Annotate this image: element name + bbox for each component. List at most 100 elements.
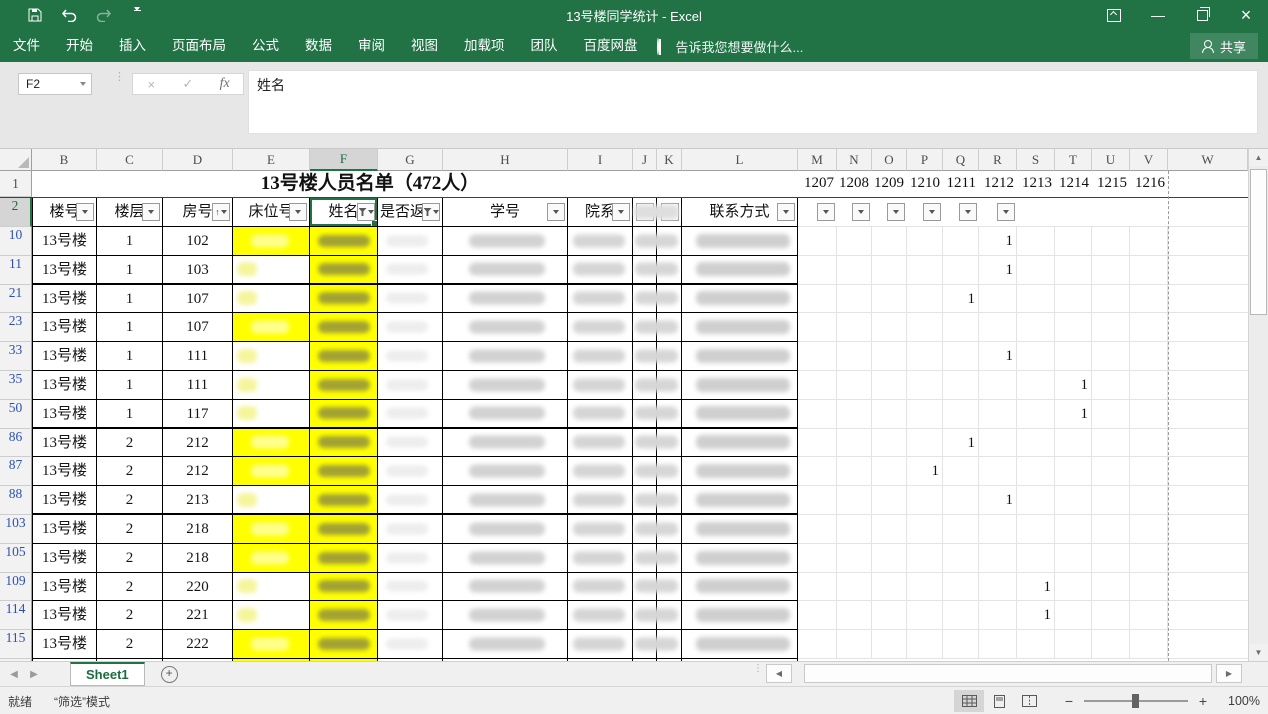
cell-G50[interactable]	[378, 400, 443, 429]
cell-F88[interactable]	[310, 486, 378, 515]
cell-V105[interactable]	[1130, 544, 1168, 573]
cell-Q50[interactable]	[943, 400, 979, 429]
cell-F87[interactable]	[310, 457, 378, 486]
cell-D21[interactable]: 107	[163, 285, 233, 314]
cell-P86[interactable]	[907, 429, 943, 458]
cell-D23[interactable]: 107	[163, 313, 233, 342]
cancel-icon[interactable]: ×	[133, 77, 170, 92]
filter-button-L[interactable]	[777, 203, 795, 221]
cell-N87[interactable]	[837, 457, 872, 486]
cell-S10[interactable]	[1017, 227, 1055, 256]
cell-M11[interactable]	[798, 256, 837, 285]
cell-L115[interactable]	[682, 630, 798, 659]
scroll-down-icon[interactable]: ▼	[1249, 644, 1268, 661]
cell-J109[interactable]	[633, 573, 657, 602]
cell-N1[interactable]: 1208	[837, 171, 872, 197]
column-header-J[interactable]: J	[633, 149, 657, 171]
row-header-105[interactable]: 105	[0, 544, 32, 573]
column-header-F[interactable]: F	[310, 149, 378, 171]
filter-button-H[interactable]	[547, 203, 565, 221]
row-header-2[interactable]: 2	[0, 198, 32, 227]
cell-C50[interactable]: 1	[97, 400, 163, 429]
row-header-103[interactable]: 103	[0, 515, 32, 544]
cell-G21[interactable]	[378, 285, 443, 314]
cell-T88[interactable]	[1055, 486, 1092, 515]
cell-G87[interactable]	[378, 457, 443, 486]
cell-D50[interactable]: 117	[163, 400, 233, 429]
cell-F33[interactable]	[310, 342, 378, 371]
cell-P50[interactable]	[907, 400, 943, 429]
cell-O103[interactable]	[872, 515, 907, 544]
header-cell-I[interactable]: 院系	[568, 198, 633, 227]
cell-D86[interactable]: 212	[163, 429, 233, 458]
zoom-level[interactable]: 100%	[1214, 694, 1260, 708]
row-header-23[interactable]: 23	[0, 313, 32, 342]
cell-S11[interactable]	[1017, 256, 1055, 285]
sheet-nav-right-icon[interactable]: ▶	[24, 669, 44, 680]
ribbon-tab-8[interactable]: 加载项	[451, 30, 518, 62]
save-icon[interactable]	[18, 0, 52, 30]
ribbon-tab-0[interactable]: 文件	[0, 30, 53, 62]
cell-S21[interactable]	[1017, 285, 1055, 314]
header-cell-C[interactable]: 楼层	[97, 198, 163, 227]
cell-R103[interactable]	[979, 515, 1017, 544]
cell-R1[interactable]: 1212	[979, 171, 1017, 197]
cell-V114[interactable]	[1130, 601, 1168, 630]
cell-W87[interactable]	[1168, 457, 1248, 486]
cell-S35[interactable]	[1017, 371, 1055, 400]
insert-function-icon[interactable]: fx	[206, 76, 243, 92]
cell-E109[interactable]	[233, 573, 310, 602]
cell-M23[interactable]	[798, 313, 837, 342]
cell-S87[interactable]	[1017, 457, 1055, 486]
filter-button-G[interactable]	[422, 203, 440, 221]
cell-Q115[interactable]	[943, 630, 979, 659]
cell-F10[interactable]	[310, 227, 378, 256]
cell-E103[interactable]	[233, 515, 310, 544]
cell-N103[interactable]	[837, 515, 872, 544]
cell-C21[interactable]: 1	[97, 285, 163, 314]
column-header-N[interactable]: N	[837, 149, 872, 171]
cell-S114[interactable]: 1	[1017, 601, 1055, 630]
formula-bar-input[interactable]: 姓名	[248, 70, 1258, 134]
cell-W11[interactable]	[1168, 256, 1248, 285]
cell-V109[interactable]	[1130, 573, 1168, 602]
cell-V35[interactable]	[1130, 371, 1168, 400]
cell-R87[interactable]	[979, 457, 1017, 486]
row-header-11[interactable]: 11	[0, 256, 32, 285]
cell-F115[interactable]	[310, 630, 378, 659]
ribbon-tab-9[interactable]: 团队	[518, 30, 571, 62]
cell-F114[interactable]	[310, 601, 378, 630]
header-cell-S[interactable]	[1017, 198, 1055, 227]
cell-C23[interactable]: 1	[97, 313, 163, 342]
cell-D109[interactable]: 220	[163, 573, 233, 602]
cell-U10[interactable]	[1092, 227, 1130, 256]
cell-C115[interactable]: 2	[97, 630, 163, 659]
column-header-O[interactable]: O	[872, 149, 907, 171]
cell-I114[interactable]	[568, 601, 633, 630]
header-cell-R[interactable]	[979, 198, 1017, 227]
header-cell-E[interactable]: 床位号	[233, 198, 310, 227]
cell-H114[interactable]	[443, 601, 568, 630]
cell-W88[interactable]	[1168, 486, 1248, 515]
cell-B87[interactable]: 13号楼	[32, 457, 97, 486]
cell-G86[interactable]	[378, 429, 443, 458]
cell-D103[interactable]: 218	[163, 515, 233, 544]
cell-I21[interactable]	[568, 285, 633, 314]
page-break-preview-icon[interactable]	[1014, 690, 1044, 712]
cell-C35[interactable]: 1	[97, 371, 163, 400]
cell-H87[interactable]	[443, 457, 568, 486]
cell-U103[interactable]	[1092, 515, 1130, 544]
cell-E105[interactable]	[233, 544, 310, 573]
cell-I23[interactable]	[568, 313, 633, 342]
cell-V10[interactable]	[1130, 227, 1168, 256]
cell-L114[interactable]	[682, 601, 798, 630]
column-header-H[interactable]: H	[443, 149, 568, 171]
header-cell-J[interactable]	[633, 198, 657, 227]
cell-L105[interactable]	[682, 544, 798, 573]
cell-N115[interactable]	[837, 630, 872, 659]
row-header-50[interactable]: 50	[0, 400, 32, 429]
cell-G88[interactable]	[378, 486, 443, 515]
cell-N35[interactable]	[837, 371, 872, 400]
cell-B10[interactable]: 13号楼	[32, 227, 97, 256]
cell-T115[interactable]	[1055, 630, 1092, 659]
